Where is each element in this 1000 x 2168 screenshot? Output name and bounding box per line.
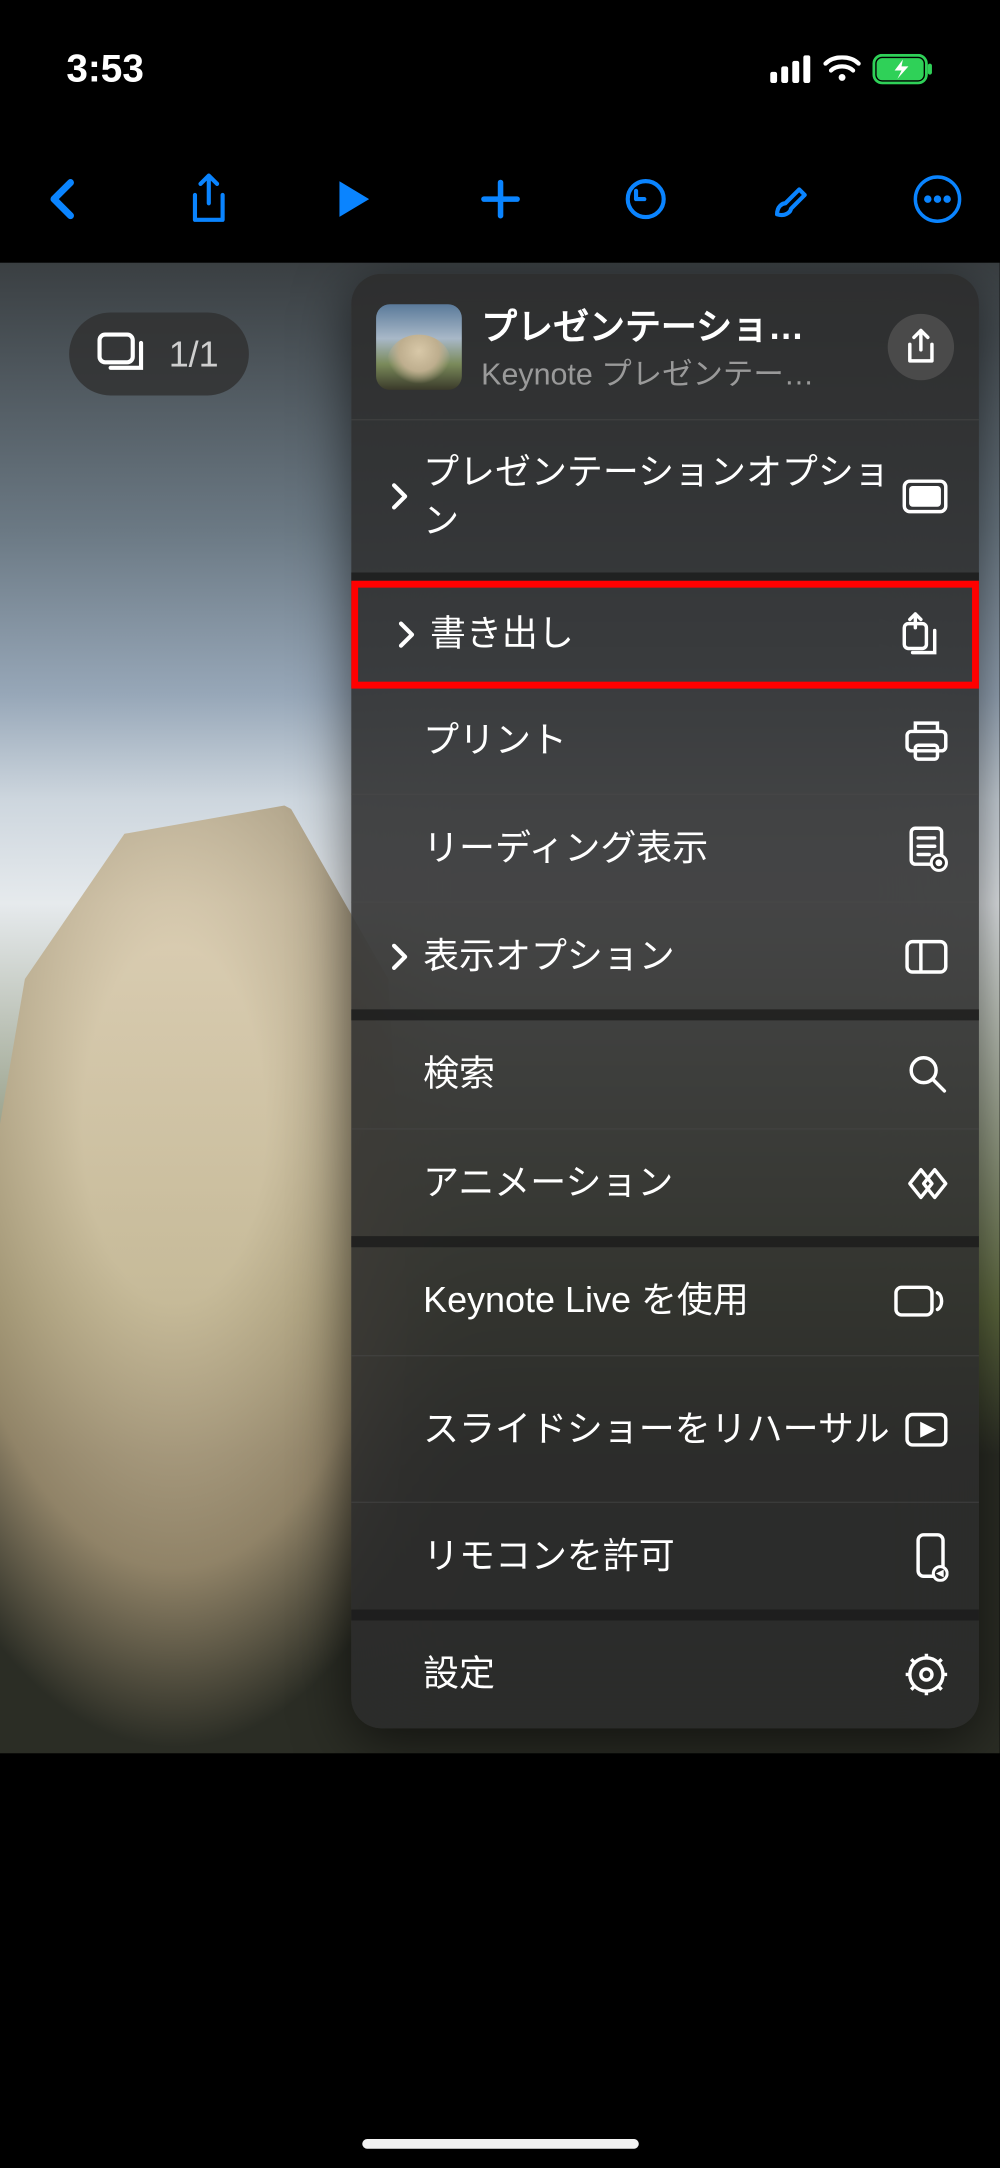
search-icon — [893, 1054, 948, 1095]
menu-item-label: 検索 — [423, 1050, 893, 1099]
more-button[interactable] — [906, 167, 970, 231]
menu-item-presentation-options[interactable]: プレゼンテーションオプション — [351, 420, 979, 572]
undo-button[interactable] — [614, 167, 678, 231]
status-time: 3:53 — [66, 47, 143, 91]
back-button[interactable] — [30, 167, 94, 231]
menu-item-label: プリント — [423, 716, 893, 765]
menu-item-label: プレゼンテーションオプション — [423, 448, 893, 545]
top-toolbar — [0, 149, 1000, 249]
remote-icon — [893, 1531, 948, 1581]
menu-item-rehearse[interactable]: スライドショーをリハーサル — [351, 1355, 979, 1502]
menu-item-print[interactable]: プリント — [351, 686, 979, 794]
menu-item-settings[interactable]: 設定 — [351, 1621, 979, 1729]
wifi-icon — [823, 55, 862, 83]
chevron-right-icon — [382, 941, 418, 971]
status-icons — [770, 54, 933, 84]
format-brush-button[interactable] — [760, 167, 824, 231]
home-indicator — [362, 2139, 639, 2149]
gear-icon — [893, 1652, 948, 1696]
broadcast-icon — [893, 1282, 948, 1321]
cellular-icon — [770, 55, 811, 83]
menu-item-keynote-live[interactable]: Keynote Live を使用 — [351, 1247, 979, 1355]
menu-item-label: 表示オプション — [423, 932, 893, 981]
play-button[interactable] — [322, 167, 386, 231]
header-share-button[interactable] — [888, 313, 954, 379]
menu-item-label: 設定 — [423, 1650, 893, 1699]
document-subtitle: Keynote プレゼンテー… — [481, 350, 868, 394]
menu-item-label: 書き出し — [430, 610, 886, 659]
battery-charging-icon — [872, 54, 933, 84]
slide-navigator-button[interactable]: 1/1 — [69, 312, 249, 395]
menu-item-reading-view[interactable]: リーディング表示 — [351, 794, 979, 902]
menu-item-view-options[interactable]: 表示オプション — [351, 902, 979, 1010]
animation-icon — [893, 1162, 948, 1203]
add-button[interactable] — [468, 167, 532, 231]
share-icon — [904, 327, 937, 366]
printer-icon — [893, 720, 948, 761]
slides-stack-icon — [94, 329, 149, 379]
menu-item-label: Keynote Live を使用 — [423, 1277, 893, 1326]
menu-item-label: アニメーション — [423, 1159, 893, 1208]
menu-item-label: スライドショーをリハーサル — [423, 1405, 893, 1454]
more-menu-popover: プレゼンテーショ… Keynote プレゼンテー… プレゼンテーションオプション… — [351, 274, 979, 1729]
slide-counter-label: 1/1 — [169, 333, 219, 376]
menu-item-label: リーディング表示 — [423, 824, 893, 873]
menu-item-remote[interactable]: リモコンを許可 — [351, 1502, 979, 1610]
document-thumbnail — [376, 304, 462, 390]
play-rect-icon — [893, 1411, 948, 1447]
display-icon — [893, 478, 948, 514]
reader-icon — [893, 825, 948, 872]
chevron-right-icon — [389, 619, 425, 649]
menu-document-header: プレゼンテーショ… Keynote プレゼンテー… — [351, 274, 979, 421]
export-icon — [886, 611, 941, 658]
menu-item-animation[interactable]: アニメーション — [351, 1128, 979, 1236]
chevron-right-icon — [382, 481, 418, 511]
menu-item-search[interactable]: 検索 — [351, 1020, 979, 1128]
share-button[interactable] — [176, 167, 240, 231]
menu-item-export[interactable]: 書き出し — [351, 581, 979, 689]
status-bar: 3:53 — [0, 0, 1000, 138]
menu-item-label: リモコンを許可 — [423, 1532, 893, 1581]
sidebar-icon — [893, 938, 948, 974]
document-title: プレゼンテーショ… — [481, 299, 868, 350]
